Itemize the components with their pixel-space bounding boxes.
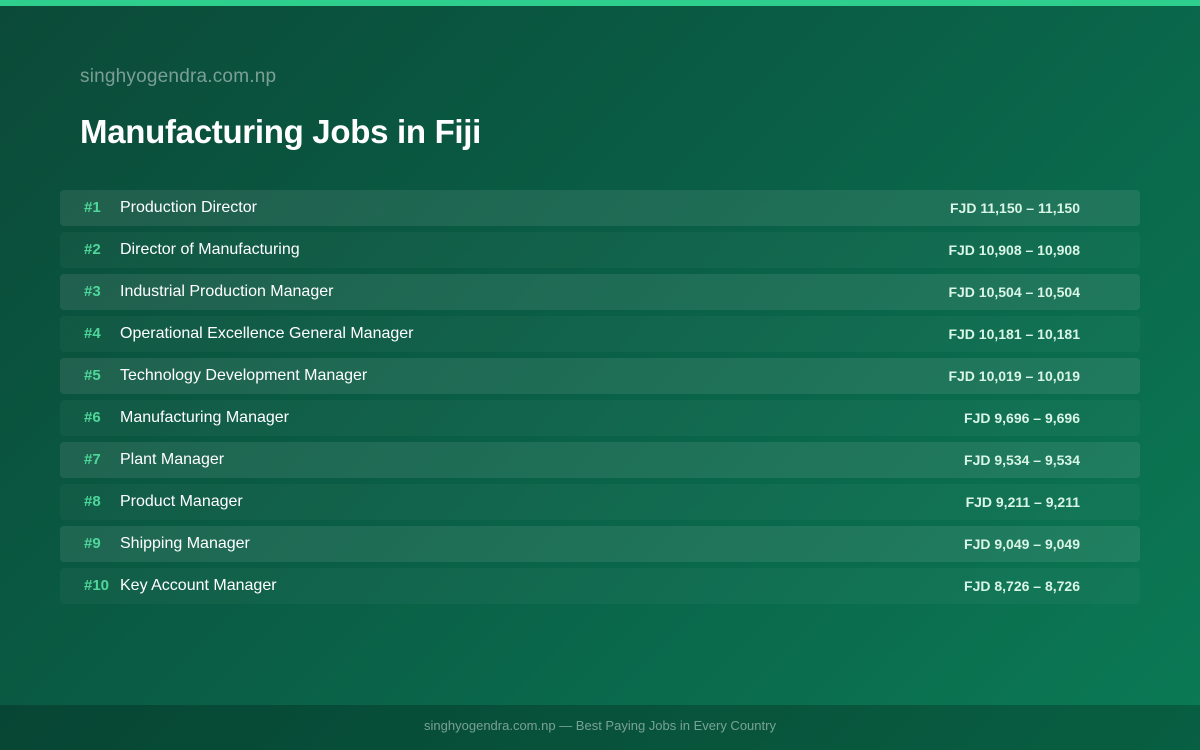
job-salary: FJD 9,534 – 9,534	[964, 452, 1080, 468]
job-salary: FJD 9,211 – 9,211	[965, 494, 1080, 510]
jobs-list: #1 Production Director FJD 11,150 – 11,1…	[60, 190, 1140, 610]
job-row: #9 Shipping Manager FJD 9,049 – 9,049	[60, 526, 1140, 562]
job-row: #8 Product Manager FJD 9,211 – 9,211	[60, 484, 1140, 520]
job-rank: #7	[84, 451, 101, 468]
job-rank: #5	[84, 367, 101, 384]
page-title: Manufacturing Jobs in Fiji	[80, 113, 482, 150]
job-rank: #6	[84, 409, 101, 426]
job-rank: #10	[84, 577, 110, 594]
job-row: #4 Operational Excellence General Manage…	[60, 316, 1140, 352]
job-rank: #3	[84, 283, 101, 300]
footer-text: singhyogendra.com.np — Best Paying Jobs …	[424, 718, 776, 733]
job-title: Director of Manufacturing	[120, 241, 300, 258]
job-row: #6 Manufacturing Manager FJD 9,696 – 9,6…	[60, 400, 1140, 436]
job-title: Production Director	[120, 199, 257, 216]
site-name: singhyogendra.com.np	[80, 66, 277, 87]
footer: singhyogendra.com.np — Best Paying Jobs …	[0, 705, 1200, 750]
job-row: #7 Plant Manager FJD 9,534 – 9,534	[60, 442, 1140, 478]
job-title: Industrial Production Manager	[120, 283, 334, 300]
job-salary: FJD 9,049 – 9,049	[964, 536, 1080, 552]
job-rank: #2	[84, 241, 101, 258]
job-row: #2 Director of Manufacturing FJD 10,908 …	[60, 232, 1140, 268]
job-rank: #1	[84, 199, 101, 216]
job-title: Plant Manager	[120, 451, 225, 468]
job-title: Manufacturing Manager	[120, 409, 289, 426]
job-title: Technology Development Manager	[120, 367, 368, 384]
job-salary: FJD 10,019 – 10,019	[948, 368, 1080, 384]
job-title: Shipping Manager	[120, 535, 250, 552]
job-rank: #4	[84, 325, 101, 342]
job-rank: #9	[84, 535, 101, 552]
job-salary: FJD 10,908 – 10,908	[948, 242, 1080, 258]
job-salary: FJD 9,696 – 9,696	[964, 410, 1080, 426]
top-accent-bar	[0, 0, 1200, 6]
job-salary: FJD 10,181 – 10,181	[948, 326, 1080, 342]
job-rank: #8	[84, 493, 101, 510]
job-row: #3 Industrial Production Manager FJD 10,…	[60, 274, 1140, 310]
job-row: #1 Production Director FJD 11,150 – 11,1…	[60, 190, 1140, 226]
job-salary: FJD 10,504 – 10,504	[948, 284, 1080, 300]
job-row: #5 Technology Development Manager FJD 10…	[60, 358, 1140, 394]
job-salary: FJD 11,150 – 11,150	[950, 200, 1080, 216]
job-row: #10 Key Account Manager FJD 8,726 – 8,72…	[60, 568, 1140, 604]
job-title: Operational Excellence General Manager	[120, 325, 414, 342]
job-salary: FJD 8,726 – 8,726	[964, 578, 1080, 594]
job-title: Product Manager	[120, 493, 243, 510]
job-title: Key Account Manager	[120, 577, 277, 594]
